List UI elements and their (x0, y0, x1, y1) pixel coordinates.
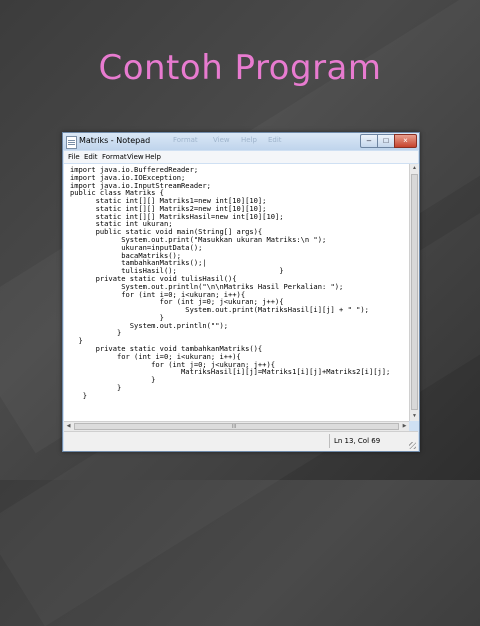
ghost-menu-label: Help (241, 136, 257, 144)
status-divider (329, 434, 330, 448)
status-bar: Ln 13, Col 69 (64, 431, 418, 451)
cursor-position: Ln 13, Col 69 (334, 437, 381, 445)
ghost-menu-label: Format (173, 136, 198, 144)
close-button[interactable]: × (394, 134, 417, 148)
vertical-scroll-thumb[interactable] (411, 174, 418, 410)
minimize-button[interactable]: – (360, 134, 378, 148)
menu-format[interactable]: Format (102, 153, 127, 161)
notepad-window[interactable]: Matriks - Notepad Format View Help Edit … (62, 132, 420, 452)
resize-grip-icon[interactable] (409, 442, 416, 449)
menu-edit[interactable]: Edit (84, 153, 98, 161)
menu-help[interactable]: Help (145, 153, 161, 161)
maximize-button[interactable]: □ (377, 134, 395, 148)
scroll-right-icon[interactable]: ▶ (400, 422, 409, 431)
notepad-icon (66, 136, 77, 149)
window-title: Matriks - Notepad (79, 136, 151, 145)
scroll-left-icon[interactable]: ◀ (64, 422, 73, 431)
horizontal-scrollbar[interactable]: ◀ III ▶ (64, 421, 409, 431)
ghost-menu-label: View (213, 136, 230, 144)
scroll-down-icon[interactable]: ▼ (410, 412, 419, 421)
menu-view[interactable]: View (127, 153, 144, 161)
scroll-grip-icon: III (232, 424, 237, 430)
menu-bar: File Edit Format View Help (64, 151, 418, 163)
title-bar[interactable]: Matriks - Notepad Format View Help Edit … (63, 133, 419, 150)
ghost-menu-label: Edit (268, 136, 282, 144)
vertical-scrollbar[interactable]: ▲ ▼ (409, 164, 419, 421)
code-text[interactable]: import java.io.BufferedReader; import ja… (70, 166, 390, 399)
scroll-up-icon[interactable]: ▲ (410, 164, 419, 173)
text-editor[interactable]: import java.io.BufferedReader; import ja… (64, 164, 409, 421)
slide-title: Contoh Program (98, 48, 382, 88)
menu-file[interactable]: File (68, 153, 80, 161)
horizontal-scroll-thumb[interactable]: III (74, 423, 399, 430)
